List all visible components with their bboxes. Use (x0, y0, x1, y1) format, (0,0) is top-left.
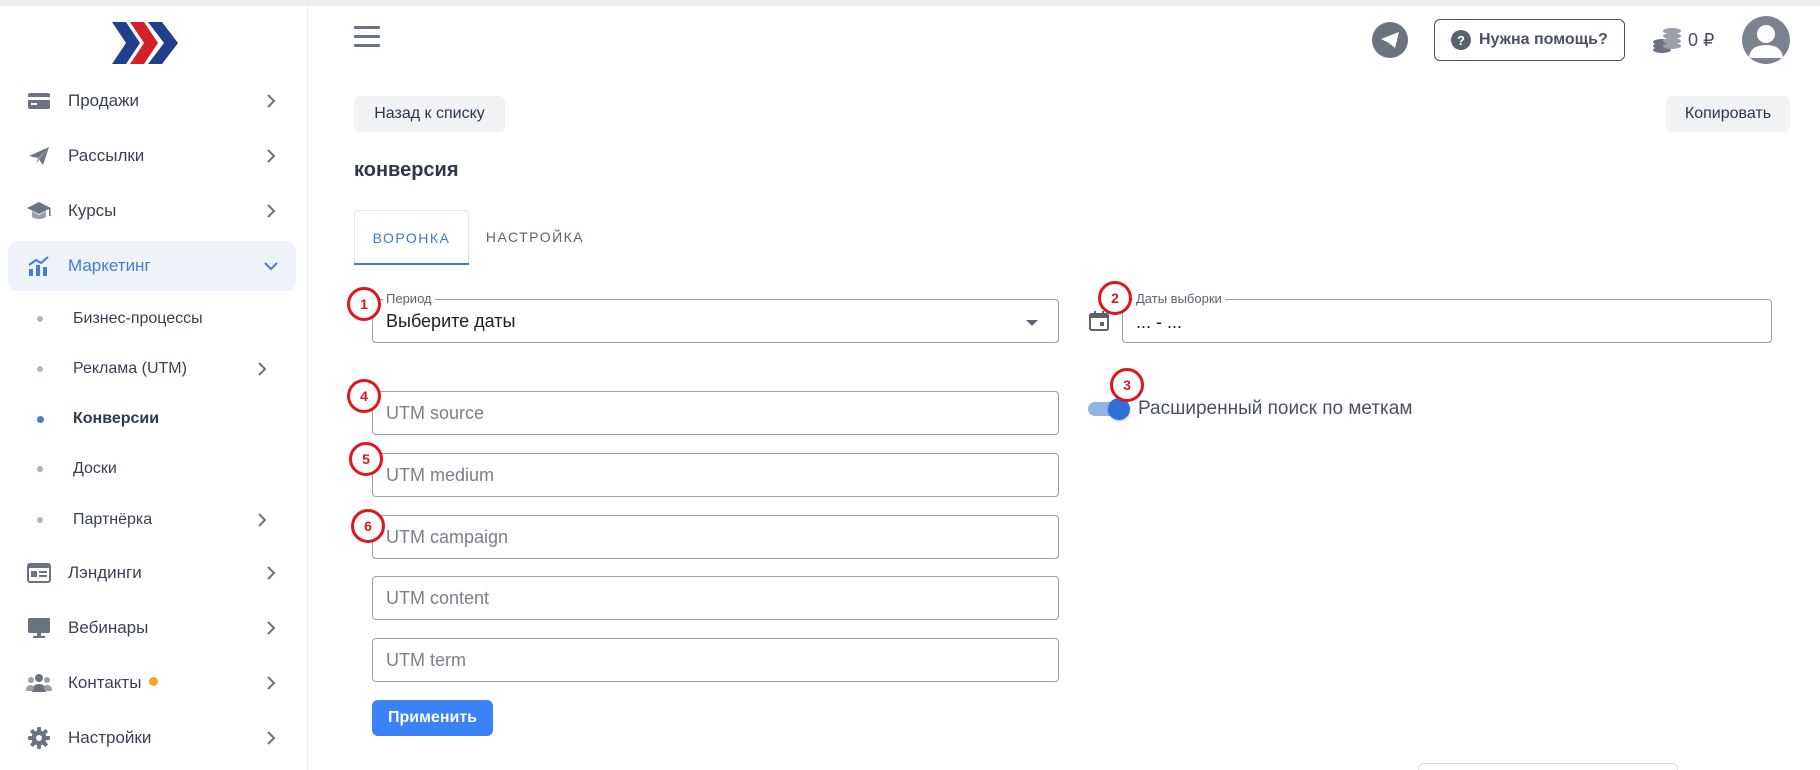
period-value: Выберите даты (386, 311, 516, 331)
sidebar-subitem-label: Бизнес-процессы (73, 310, 203, 327)
sidebar-subitem-label: Реклама (UTM) (73, 360, 187, 377)
annotation-marker: 6 (351, 509, 385, 543)
period-legend: Период (383, 291, 435, 306)
utm-campaign-field[interactable] (372, 515, 1059, 559)
annotation-marker: 1 (347, 287, 381, 321)
logo[interactable] (112, 20, 180, 66)
chevron-right-icon (258, 513, 267, 527)
chevron-right-icon (267, 731, 276, 745)
bullet-icon (37, 316, 43, 322)
apply-button[interactable]: Применить (372, 700, 493, 736)
advanced-search-label: Расширенный поиск по меткам (1138, 398, 1413, 419)
bullet-icon (37, 517, 43, 523)
sidebar-item-sales[interactable]: Продажи (8, 76, 296, 126)
chevron-right-icon (267, 676, 276, 690)
coins-icon (1653, 28, 1681, 53)
sidebar-subitem-ads-utm[interactable]: Реклама (UTM) (8, 349, 296, 389)
utm-term-input[interactable] (386, 650, 1045, 671)
utm-content-field[interactable] (372, 576, 1059, 620)
dates-legend: Даты выборки (1133, 291, 1225, 306)
utm-term-field[interactable] (372, 638, 1059, 682)
sidebar-subitem-business-processes[interactable]: Бизнес-процессы (8, 299, 296, 339)
sidebar-subitem-label: Конверсии (73, 410, 160, 427)
chevron-right-icon (267, 204, 276, 218)
user-icon (1749, 25, 1783, 58)
bullet-icon (37, 366, 43, 372)
sidebar-item-label: Контакты (68, 673, 159, 693)
utm-medium-input[interactable] (386, 465, 1045, 486)
chevron-right-icon (267, 566, 276, 580)
graduation-cap-icon (26, 198, 52, 224)
notification-dot (149, 677, 159, 687)
sidebar-item-label: Рассылки (68, 146, 145, 165)
avatar[interactable] (1742, 16, 1790, 64)
gear-icon (26, 725, 52, 751)
chevron-right-icon (267, 149, 276, 163)
bullet-icon (37, 415, 44, 423)
chevron-right-icon (258, 362, 267, 376)
sidebar-subitem-label: Доски (73, 460, 117, 477)
chart-icon (26, 253, 52, 279)
paper-plane-icon (26, 143, 52, 169)
sidebar-item-label: Продажи (68, 91, 139, 110)
chevron-right-icon (267, 621, 276, 635)
bullet-icon (37, 466, 43, 472)
sidebar-item-marketing[interactable]: Маркетинг (8, 241, 296, 291)
utm-content-input[interactable] (386, 588, 1045, 609)
back-to-list-button[interactable]: Назад к списку (354, 96, 505, 132)
monitor-icon (26, 615, 52, 641)
balance[interactable]: 0 ₽ (1652, 26, 1714, 54)
page-title: конверсия (354, 159, 459, 181)
help-button[interactable]: ? Нужна помощь? (1434, 19, 1625, 61)
balance-value: 0 ₽ (1688, 29, 1715, 50)
help-label: Нужна помощь? (1479, 31, 1608, 48)
sidebar-item-label: Настройки (68, 728, 152, 747)
utm-source-input[interactable] (386, 403, 1045, 424)
landing-page-icon (26, 560, 52, 586)
bottom-panel-edge (1418, 763, 1678, 770)
menu-toggle-icon[interactable] (354, 26, 380, 50)
sidebar-subitem-conversions[interactable]: Конверсии (8, 399, 296, 439)
utm-source-field[interactable] (372, 391, 1059, 435)
sidebar: Продажи Рассылки Курсы Маркетинг Бизнес-… (0, 6, 308, 770)
sidebar-item-label: Лэндинги (68, 563, 142, 582)
sidebar-item-mailings[interactable]: Рассылки (8, 131, 296, 181)
sidebar-subitem-partners[interactable]: Партнёрка (8, 500, 296, 540)
dates-field[interactable]: Даты выборки ... - ... (1122, 291, 1772, 343)
annotation-marker: 4 (347, 379, 381, 413)
sidebar-item-label: Вебинары (68, 618, 149, 637)
annotation-marker: 2 (1098, 281, 1132, 315)
period-select[interactable]: Период Выберите даты (372, 291, 1059, 343)
annotation-marker: 3 (1110, 368, 1144, 402)
tab-funnel[interactable]: ВОРОНКА (354, 210, 469, 265)
chevron-right-icon (267, 94, 276, 108)
sidebar-item-label: Маркетинг (68, 256, 151, 275)
tab-settings[interactable]: НАСТРОЙКА (472, 210, 598, 264)
sidebar-item-label: Курсы (68, 201, 117, 220)
sidebar-item-courses[interactable]: Курсы (8, 186, 296, 236)
annotation-marker: 5 (349, 442, 383, 476)
contacts-icon (26, 670, 52, 696)
dates-value: ... - ... (1136, 312, 1183, 332)
telegram-icon (1381, 32, 1399, 48)
utm-campaign-input[interactable] (386, 527, 1045, 548)
card-icon (26, 88, 52, 114)
caret-down-icon (1026, 320, 1038, 326)
utm-medium-field[interactable] (372, 453, 1059, 497)
sidebar-item-settings[interactable]: Настройки (8, 713, 296, 763)
copy-button[interactable]: Копировать (1666, 96, 1790, 132)
sidebar-item-landings[interactable]: Лэндинги (8, 548, 296, 598)
sidebar-subitem-label: Партнёрка (73, 511, 153, 528)
telegram-button[interactable] (1372, 22, 1408, 58)
sidebar-item-contacts[interactable]: Контакты (8, 658, 296, 708)
question-icon: ? (1451, 30, 1471, 50)
sidebar-subitem-boards[interactable]: Доски (8, 449, 296, 489)
sidebar-item-webinars[interactable]: Вебинары (8, 603, 296, 653)
chevron-down-icon (264, 262, 278, 271)
